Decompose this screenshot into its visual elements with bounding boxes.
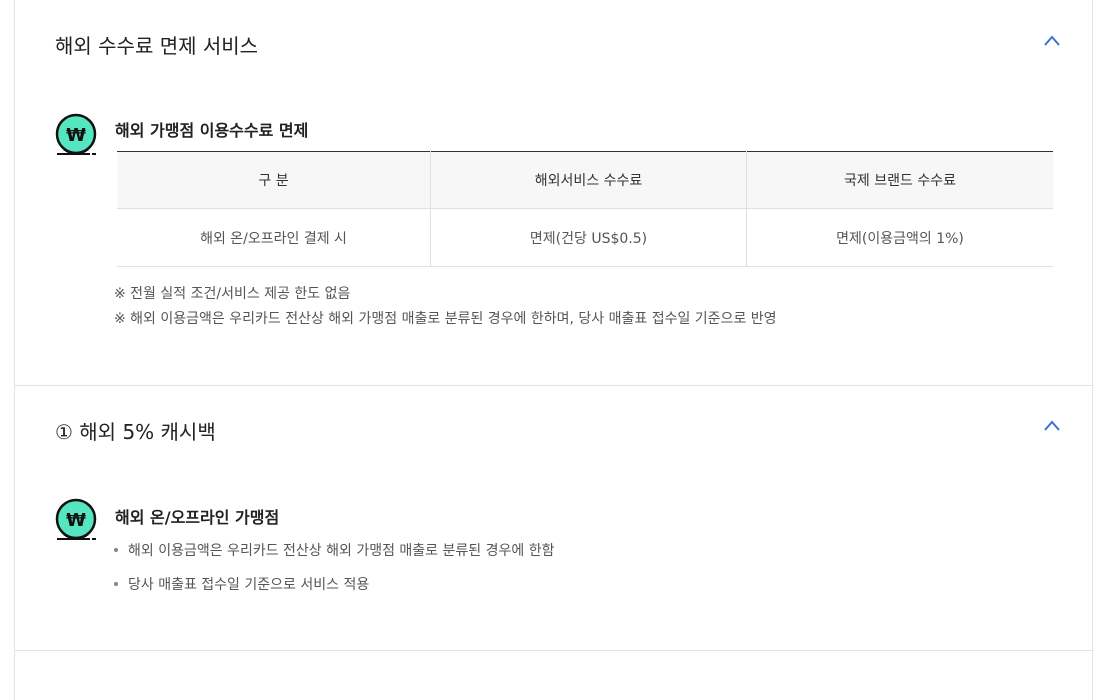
- section-title: 해외 수수료 면제 서비스: [55, 34, 259, 58]
- chevron-up-icon[interactable]: [1042, 31, 1062, 51]
- header-service-fee: 해외서비스 수수료: [430, 151, 747, 209]
- won-coin-icon: ₩: [55, 113, 97, 155]
- subtitle: 해외 온/오프라인 가맹점: [115, 508, 280, 527]
- note-2: ※ 해외 이용금액은 우리카드 전산상 해외 가맹점 매출로 분류된 경우에 한…: [114, 311, 777, 327]
- content-frame: [14, 0, 1093, 700]
- header-brand-fee: 국제 브랜드 수수료: [844, 173, 956, 189]
- section-divider: [15, 650, 1094, 651]
- table-header-row: 구 분 해외서비스 수수료 국제 브랜드 수수료: [117, 151, 1053, 209]
- bullet-text: 해외 이용금액은 우리카드 전산상 해외 가맹점 매출로 분류된 경우에 한함: [128, 543, 555, 559]
- cell-service-fee: 면제(건당 US$0.5): [430, 208, 747, 267]
- bullet-icon: [114, 548, 118, 552]
- table-row: 해외 온/오프라인 결제 시 면제(건당 US$0.5) 면제(이용금액의 1%…: [117, 208, 1053, 267]
- cell-brand-fee: 면제(이용금액의 1%): [746, 208, 1053, 267]
- bullet-text: 당사 매출표 접수일 기준으로 서비스 적용: [128, 577, 370, 593]
- fee-table: 구 분 해외서비스 수수료 국제 브랜드 수수료 해외 온/오프라인 결제 시 …: [117, 151, 1053, 267]
- list-item: 당사 매출표 접수일 기준으로 서비스 적용: [114, 574, 369, 594]
- subtitle: 해외 가맹점 이용수수료 면제: [115, 121, 309, 140]
- note-1: ※ 전월 실적 조건/서비스 제공 한도 없음: [114, 286, 351, 302]
- section-title: ① 해외 5% 캐시백: [55, 420, 216, 444]
- section-divider: [15, 385, 1094, 386]
- header-category: 구 분: [117, 151, 431, 209]
- chevron-up-icon[interactable]: [1042, 416, 1062, 436]
- svg-text:₩: ₩: [66, 510, 86, 531]
- bullet-icon: [114, 582, 118, 586]
- won-coin-icon: ₩: [55, 498, 97, 540]
- list-item: 해외 이용금액은 우리카드 전산상 해외 가맹점 매출로 분류된 경우에 한함: [114, 540, 554, 560]
- cell-category: 해외 온/오프라인 결제 시: [117, 208, 431, 267]
- svg-text:₩: ₩: [66, 125, 86, 146]
